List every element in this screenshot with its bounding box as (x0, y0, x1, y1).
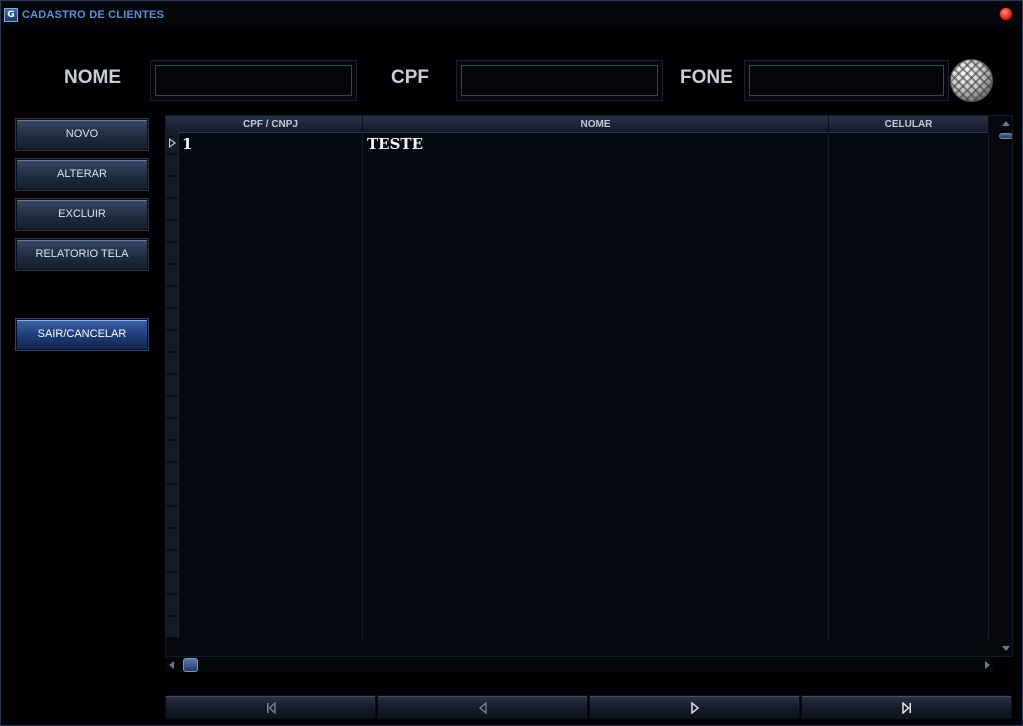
fone-field-frame (744, 60, 949, 101)
grid-header: CPF / CNPJ NOME CELULAR DI (166, 116, 1012, 133)
column-header-cpf-cnpj[interactable]: CPF / CNPJ (179, 116, 363, 133)
scroll-left-icon[interactable] (169, 661, 174, 669)
prior-record-icon (478, 702, 487, 714)
cell-nome[interactable]: TESTE (367, 135, 423, 153)
globe-icon[interactable] (950, 59, 993, 102)
scroll-down-icon[interactable] (1002, 646, 1010, 651)
excluir-button[interactable]: EXCLUIR (16, 199, 148, 230)
clientes-grid[interactable]: CPF / CNPJ NOME CELULAR DI 1 TESTE (165, 115, 1013, 657)
column-header-nome[interactable]: NOME (363, 116, 829, 133)
window-title: CADASTRO DE CLIENTES (22, 9, 165, 21)
last-record-icon (901, 702, 911, 714)
scroll-up-icon[interactable] (1002, 121, 1010, 126)
cpf-input[interactable] (461, 65, 658, 96)
indicator-header (166, 116, 179, 133)
alterar-button[interactable]: ALTERAR (16, 159, 148, 190)
sair-cancelar-button[interactable]: SAIR/CANCELAR (16, 319, 148, 350)
first-record-icon (266, 702, 276, 714)
column-divider (362, 133, 363, 638)
nome-field-frame (150, 60, 357, 101)
nav-first-button[interactable] (165, 695, 376, 719)
nav-last-button[interactable] (801, 695, 1012, 719)
nome-input[interactable] (155, 65, 352, 96)
horizontal-scroll-thumb[interactable] (183, 658, 198, 672)
column-header-celular[interactable]: CELULAR (829, 116, 989, 133)
next-record-icon (690, 702, 699, 714)
cell-cpf-cnpj[interactable]: 1 (182, 135, 192, 153)
column-divider (828, 133, 829, 638)
cpf-field-frame (456, 60, 663, 101)
row-indicator-column (166, 133, 179, 638)
close-icon[interactable] (999, 7, 1013, 21)
record-navigator (165, 695, 1013, 719)
fone-label: FONE (680, 67, 733, 88)
vertical-scroll-thumb[interactable] (999, 133, 1012, 139)
app-icon: G (4, 8, 18, 22)
cpf-label: CPF (391, 67, 429, 88)
nav-next-button[interactable] (589, 695, 800, 719)
scroll-right-icon[interactable] (985, 661, 990, 669)
nome-label: NOME (64, 67, 121, 88)
nav-prior-button[interactable] (377, 695, 588, 719)
vertical-scrollbar[interactable] (989, 116, 1012, 656)
novo-button[interactable]: NOVO (16, 119, 148, 150)
clientes-window: G CADASTRO DE CLIENTES NOME CPF FONE NOV… (0, 0, 1023, 726)
horizontal-scrollbar[interactable] (165, 657, 993, 673)
fone-input[interactable] (749, 65, 944, 96)
current-row-indicator-icon (169, 138, 176, 148)
title-bar[interactable]: G CADASTRO DE CLIENTES (1, 1, 1022, 27)
relatorio-tela-button[interactable]: RELATORIO TELA (16, 239, 148, 270)
